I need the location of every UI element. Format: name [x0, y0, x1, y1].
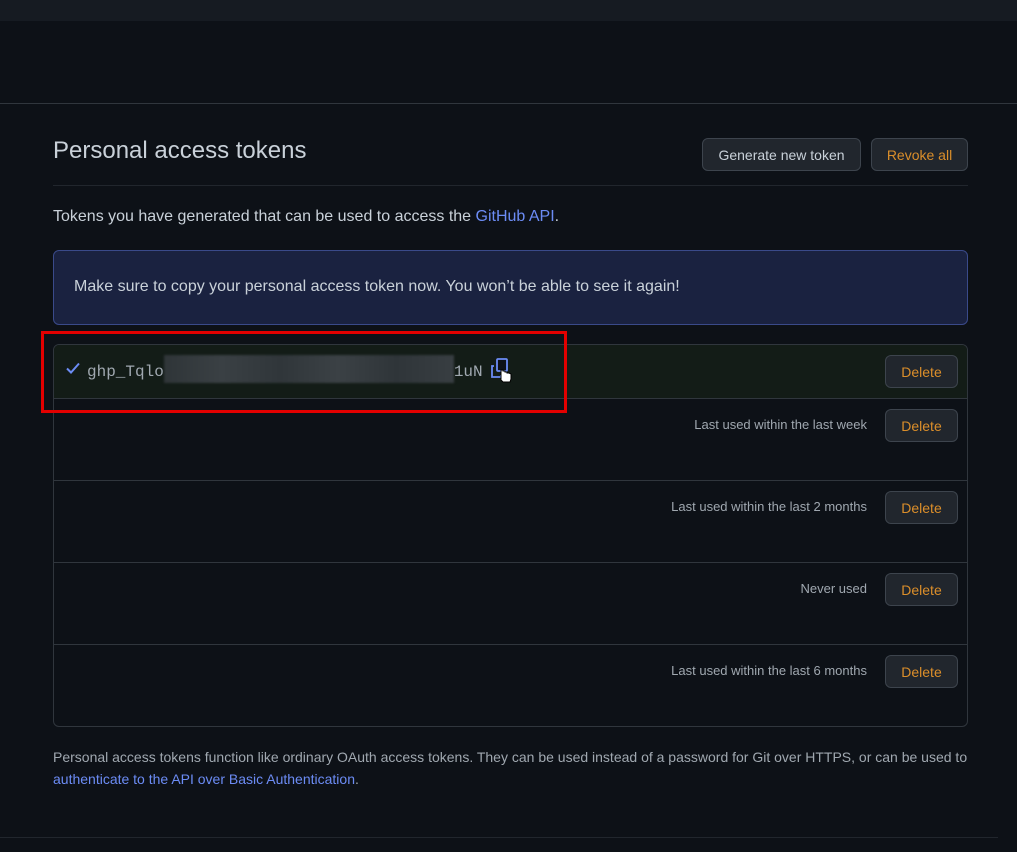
- token-row: Never used Delete: [54, 562, 967, 644]
- token-prefix: ghp_Tqlo: [87, 363, 164, 382]
- top-navigation-bar: [0, 0, 1017, 21]
- intro-suffix: .: [554, 208, 560, 225]
- basic-auth-link[interactable]: authenticate to the API over Basic Authe…: [53, 771, 355, 787]
- delete-new-token-button[interactable]: Delete: [885, 355, 958, 388]
- delete-token-button[interactable]: Delete: [885, 573, 958, 606]
- check-icon: [66, 362, 80, 374]
- token-row: Last used within the last 6 months Delet…: [54, 644, 967, 726]
- token-usage-text: Never used: [800, 581, 867, 596]
- token-usage-text: Last used within the last 2 months: [671, 499, 867, 514]
- token-redacted-segment: [163, 355, 454, 383]
- footer-divider: [0, 837, 998, 838]
- github-api-link[interactable]: GitHub API: [476, 208, 555, 225]
- new-token-row: ghp_Tqlo 1uN Delete: [54, 345, 967, 398]
- new-token-value[interactable]: ghp_Tqlo 1uN: [87, 355, 483, 383]
- token-usage-text: Last used within the last 6 months: [671, 663, 867, 678]
- delete-token-button[interactable]: Delete: [885, 409, 958, 442]
- footer-text: Personal access tokens function like ord…: [53, 749, 968, 765]
- flash-message: Make sure to copy your personal access t…: [74, 278, 680, 295]
- token-row: Last used within the last week Delete: [54, 398, 967, 480]
- footer-note: Personal access tokens function like ord…: [53, 746, 968, 790]
- intro-prefix: Tokens you have generated that can be us…: [53, 208, 476, 225]
- token-list: ghp_Tqlo 1uN Delete Last used within the …: [53, 344, 968, 727]
- intro-text: Tokens you have generated that can be us…: [53, 208, 559, 226]
- copy-token-flash-notice: Make sure to copy your personal access t…: [53, 250, 968, 325]
- delete-token-button[interactable]: Delete: [885, 491, 958, 524]
- header-divider: [0, 103, 1017, 104]
- footer-suffix: .: [354, 771, 359, 787]
- generate-new-token-button[interactable]: Generate new token: [702, 138, 861, 171]
- page-title: Personal access tokens: [53, 137, 307, 164]
- title-divider: [53, 185, 968, 186]
- hand-pointer-icon: [500, 369, 512, 383]
- token-usage-text: Last used within the last week: [694, 417, 867, 432]
- token-suffix: 1uN: [453, 363, 483, 382]
- revoke-all-button[interactable]: Revoke all: [871, 138, 968, 171]
- token-row: Last used within the last 2 months Delet…: [54, 480, 967, 562]
- delete-token-button[interactable]: Delete: [885, 655, 958, 688]
- copy-icon[interactable]: [490, 358, 514, 386]
